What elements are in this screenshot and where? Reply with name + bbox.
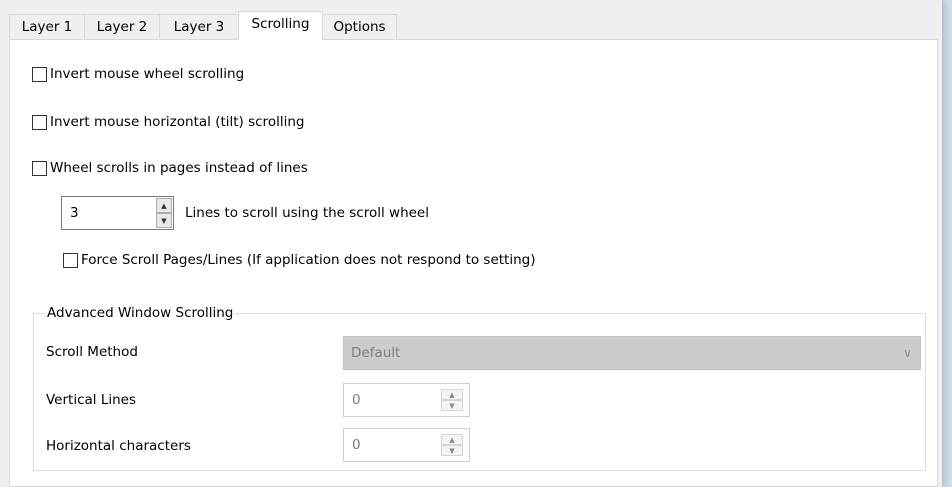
scroll-method-label: Scroll Method: [46, 344, 138, 360]
chevron-down-icon[interactable]: ∨: [903, 337, 912, 369]
vertical-lines-spinner[interactable]: 0 ▲ ▼: [343, 383, 470, 417]
scroll-method-value: Default: [351, 345, 401, 361]
wheel-pages-label: Wheel scrolls in pages instead of lines: [50, 160, 308, 176]
invert-wheel-label: Invert mouse wheel scrolling: [50, 66, 245, 82]
tab-layer-3[interactable]: Layer 3: [159, 14, 239, 38]
spinner-up-icon[interactable]: ▲: [441, 434, 463, 445]
checkbox-box[interactable]: [32, 66, 47, 82]
spinner-down-icon[interactable]: ▼: [441, 400, 463, 411]
spinner-up-icon[interactable]: ▲: [156, 198, 172, 213]
invert-horizontal-label: Invert mouse horizontal (tilt) scrolling: [50, 114, 305, 130]
horizontal-chars-label: Horizontal characters: [46, 438, 191, 454]
vertical-lines-label: Vertical Lines: [46, 392, 136, 408]
settings-window: Layer 1 Layer 2 Layer 3 Scrolling Option…: [0, 0, 943, 487]
horizontal-chars-value[interactable]: 0: [352, 429, 361, 461]
invert-wheel-checkbox[interactable]: Invert mouse wheel scrolling: [32, 65, 244, 83]
checkbox-box[interactable]: [32, 160, 47, 176]
checkbox-box[interactable]: [32, 114, 47, 130]
scrolling-panel: Invert mouse wheel scrolling Invert mous…: [9, 39, 938, 487]
spinner-down-icon[interactable]: ▼: [156, 213, 172, 228]
advanced-scrolling-group: Advanced Window Scrolling Scroll Method …: [33, 304, 926, 471]
force-scroll-label: Force Scroll Pages/Lines (If application…: [81, 252, 536, 268]
spinner-down-icon[interactable]: ▼: [441, 445, 463, 456]
spinner-up-icon[interactable]: ▲: [441, 389, 463, 400]
horizontal-chars-spinner[interactable]: 0 ▲ ▼: [343, 428, 470, 462]
wheel-pages-checkbox[interactable]: Wheel scrolls in pages instead of lines: [32, 159, 308, 177]
force-scroll-checkbox[interactable]: Force Scroll Pages/Lines (If application…: [63, 251, 536, 269]
lines-to-scroll-spinner[interactable]: 3 ▲ ▼: [61, 196, 174, 230]
checkbox-box[interactable]: [63, 252, 78, 268]
invert-horizontal-checkbox[interactable]: Invert mouse horizontal (tilt) scrolling: [32, 113, 304, 131]
vertical-lines-value[interactable]: 0: [352, 384, 361, 416]
tab-scrolling[interactable]: Scrolling: [238, 11, 323, 40]
lines-to-scroll-value[interactable]: 3: [70, 197, 79, 229]
tab-layer-2[interactable]: Layer 2: [84, 14, 160, 38]
group-title: Advanced Window Scrolling: [45, 304, 236, 322]
lines-to-scroll-label: Lines to scroll using the scroll wheel: [185, 205, 429, 221]
tab-options[interactable]: Options: [322, 14, 397, 38]
scroll-method-dropdown[interactable]: Default ∨: [343, 336, 921, 370]
tab-layer-1[interactable]: Layer 1: [9, 14, 85, 38]
